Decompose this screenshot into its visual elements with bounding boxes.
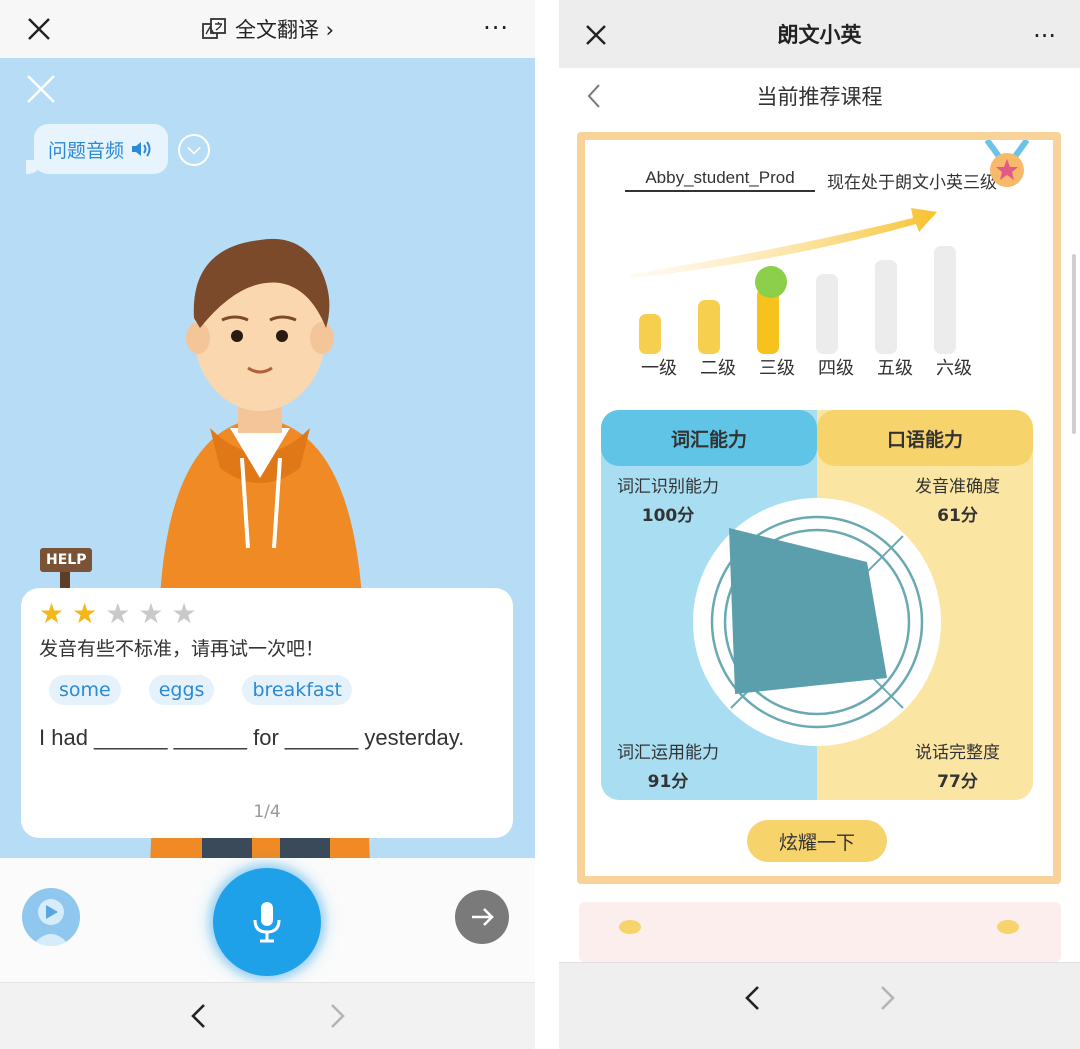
video-replay-button[interactable]	[22, 888, 80, 946]
mascot-icon	[755, 266, 787, 298]
report-body: Abby_student_Prod 现在处于朗文小英三级 一级 二级 三级 四级…	[559, 124, 1080, 962]
word-choices: some eggs breakfast	[39, 675, 495, 705]
word-chip[interactable]: some	[49, 675, 121, 705]
star-icon: ★	[105, 597, 131, 630]
translate-icon	[202, 18, 226, 39]
scrollbar[interactable]	[1072, 254, 1076, 434]
level-bar	[934, 246, 956, 354]
course-card[interactable]	[579, 902, 1061, 962]
level-label: 三级	[759, 358, 795, 379]
back-icon[interactable]	[583, 82, 607, 110]
close-lesson-icon[interactable]	[26, 74, 56, 104]
metric-value: 77分	[937, 772, 978, 792]
page-indicator: 1/4	[253, 802, 281, 822]
bottom-controls	[0, 858, 535, 986]
level-bar	[816, 274, 838, 354]
level-report-card: Abby_student_Prod 现在处于朗文小英三级 一级 二级 三级 四级…	[577, 132, 1061, 884]
record-button[interactable]	[213, 868, 321, 976]
microphone-icon	[253, 902, 281, 943]
play-icon	[32, 899, 70, 946]
level-bar	[875, 260, 897, 354]
level-label: 四级	[818, 358, 854, 379]
forward-icon[interactable]	[322, 1001, 352, 1031]
top-bar: 朗文小英 ···	[559, 0, 1080, 68]
star-icon: ★	[138, 597, 164, 630]
back-icon[interactable]	[739, 983, 767, 1013]
level-bar-current	[757, 288, 779, 354]
page-title: 全文翻译 ›	[234, 18, 335, 42]
metric-value: 91分	[647, 772, 689, 792]
level-label: 一级	[641, 358, 677, 379]
feedback-text: 发音有些不标准，请再试一次吧！	[39, 638, 325, 660]
question-audio-label: 问题音频	[48, 139, 125, 162]
level-bar	[698, 300, 720, 354]
word-chip[interactable]: breakfast	[242, 675, 352, 705]
close-icon[interactable]	[26, 16, 52, 42]
more-icon[interactable]: ···	[1033, 22, 1056, 50]
star-icon: ★	[171, 597, 197, 630]
username: Abby_student_Prod	[625, 168, 815, 192]
report-screen: 朗文小英 ··· 当前推荐课程 Abby_student_Prod 现在处于朗文…	[559, 0, 1080, 1049]
ability-radar-chart	[693, 498, 941, 746]
metric-label: 发音准确度	[915, 477, 1000, 497]
practice-screen: 全文翻译 › ··· 问题音频 HELP ★ ★ ★ ★ ★ 发音有些不标准，请…	[0, 0, 535, 1049]
more-icon[interactable]: ···	[483, 14, 509, 42]
browser-nav-bar	[0, 982, 535, 1049]
forward-icon[interactable]	[873, 983, 901, 1013]
result-card: ★ ★ ★ ★ ★ 发音有些不标准，请再试一次吧！ some eggs brea…	[21, 588, 513, 838]
level-description: 现在处于朗文小英三级	[827, 173, 997, 193]
decoration-icon	[997, 920, 1019, 934]
metric-label: 词汇识别能力	[617, 477, 719, 497]
level-bar	[639, 314, 661, 354]
back-icon[interactable]	[184, 1001, 214, 1031]
app-title: 朗文小英	[777, 23, 862, 47]
page-title: 当前推荐课程	[756, 85, 883, 109]
vocab-header: 词汇能力	[601, 410, 817, 466]
lesson-scene: 问题音频 HELP ★ ★ ★ ★ ★ 发音有些不标准，请再试一次吧！ some…	[0, 58, 535, 858]
level-bars	[625, 244, 985, 354]
level-label: 六级	[936, 358, 972, 379]
star-icon: ★	[39, 597, 65, 630]
speaker-icon	[132, 141, 151, 157]
medal-icon	[985, 140, 1029, 187]
question-audio-button[interactable]: 问题音频	[25, 124, 169, 174]
oral-header: 口语能力	[817, 410, 1033, 466]
level-label: 二级	[700, 358, 736, 379]
chevron-down-icon[interactable]	[178, 134, 210, 166]
help-sign-label: HELP	[40, 548, 93, 572]
star-icon: ★	[72, 597, 98, 630]
top-bar: 全文翻译 › ···	[0, 0, 535, 58]
browser-nav-bar	[559, 962, 1080, 1049]
close-icon[interactable]	[585, 24, 607, 46]
word-chip[interactable]: eggs	[148, 675, 215, 705]
sub-header: 当前推荐课程	[559, 68, 1080, 124]
decoration-icon	[619, 920, 641, 934]
share-button[interactable]: 炫耀一下	[747, 820, 887, 862]
arrow-right-icon	[472, 908, 494, 926]
next-button[interactable]	[455, 890, 509, 944]
sentence-prompt: I had ______ ______ for ______ yesterday…	[39, 725, 465, 750]
translate-all-link[interactable]: 全文翻译 ›	[201, 14, 334, 44]
star-rating: ★ ★ ★ ★ ★	[39, 600, 495, 628]
level-label: 五级	[877, 358, 913, 379]
